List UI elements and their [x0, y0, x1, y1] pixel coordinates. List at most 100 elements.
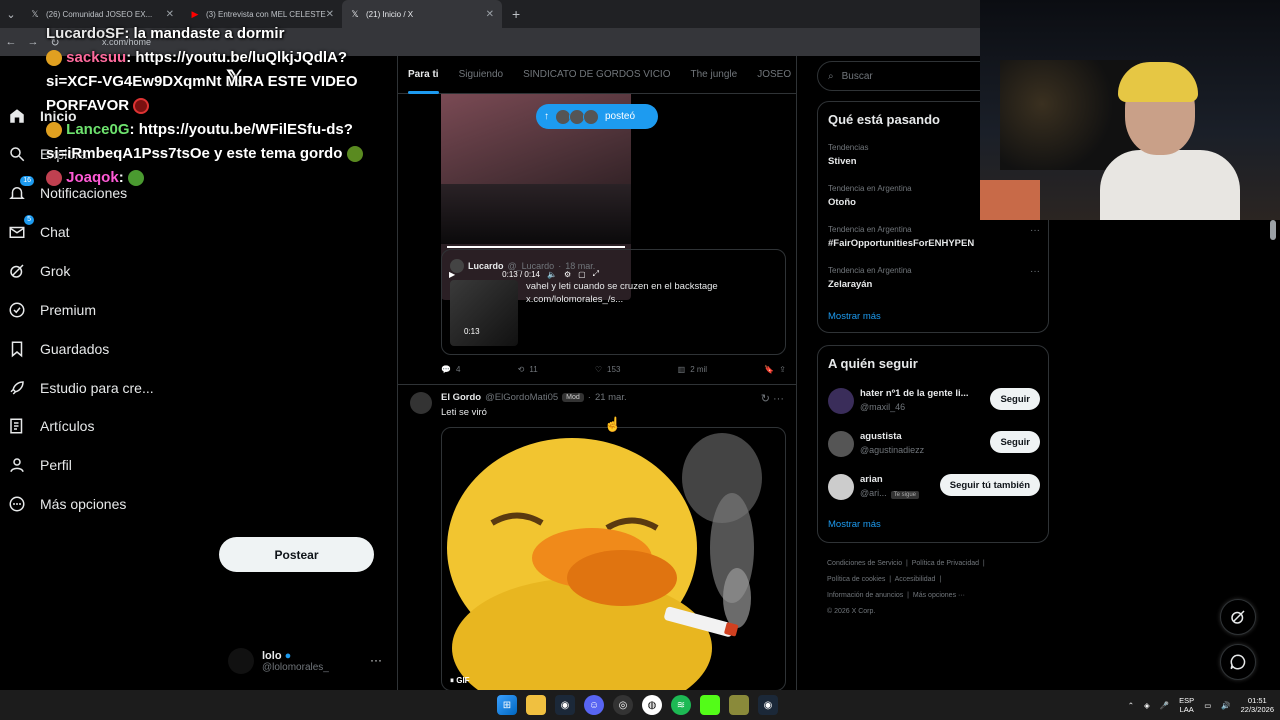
trend-item[interactable]: Tendencia en Argentina Zelarayán ···	[828, 266, 1040, 290]
repost-button[interactable]: ⟲ 11	[518, 362, 538, 376]
bookmark-button[interactable]: 🔖 ⇪	[764, 362, 786, 376]
more-icon[interactable]: ···	[370, 653, 382, 667]
duck-gif-image	[447, 433, 762, 690]
security-icon[interactable]: ◈	[1144, 701, 1150, 710]
views-button[interactable]: ▥ 2 mil	[678, 362, 707, 376]
follow-suggestion[interactable]: arian @ari... Te sigue Seguir tú también	[828, 472, 1040, 504]
bookmark-icon	[8, 340, 26, 358]
timeline-tabs: Para ti Siguiendo SINDICATO DE GORDOS VI…	[398, 56, 796, 94]
nav-label: Más opciones	[40, 496, 127, 512]
nav-item-articulos[interactable]: Artículos	[8, 417, 94, 435]
follow-suggestion[interactable]: hater nº1 de la gente li... @maxil_46 Se…	[828, 386, 1040, 418]
steam-icon[interactable]: ◉	[555, 695, 575, 715]
kick-icon[interactable]	[700, 695, 720, 715]
repost-icon: ⟲	[517, 364, 525, 374]
mic-icon[interactable]: 🎤	[1160, 701, 1169, 710]
more-icon[interactable]: ···	[1030, 225, 1040, 236]
tab-label: (3) Entrevista con MEL CELESTE	[206, 9, 326, 19]
webcam-body	[1100, 150, 1240, 220]
chart-icon: ▥	[677, 364, 686, 374]
steam-icon[interactable]: ◉	[758, 695, 778, 715]
tab-label: (26) Comunidad JOSEO EX...	[46, 9, 153, 19]
youtube-icon: ▶	[191, 9, 199, 19]
tab-joseo[interactable]: JOSEO	[747, 56, 796, 94]
footer-link[interactable]: Condiciones de Servicio	[827, 560, 902, 567]
gif-media[interactable]: ⏸ GIF	[441, 427, 786, 690]
author-name[interactable]: El Gordo	[441, 392, 481, 403]
show-more-link[interactable]: Mostrar más	[828, 311, 881, 322]
more-icon[interactable]: ↻ ···	[761, 392, 784, 405]
trends-title: Qué está pasando	[828, 112, 940, 127]
post-actions: 💬 4 ⟲ 11 ♡ 153 ▥ 2 mil 🔖 ⇪	[441, 362, 786, 376]
search-icon	[8, 145, 26, 163]
nav-item-premium[interactable]: Premium	[8, 301, 96, 319]
back-icon[interactable]: ←	[0, 36, 22, 48]
trend-item[interactable]: Tendencia en Argentina #FairOpportunitie…	[828, 225, 1040, 249]
follow-suggestion[interactable]: agustista @agustinadiezz Seguir	[828, 429, 1040, 461]
forward-icon[interactable]: →	[22, 36, 44, 48]
reply-button[interactable]: 💬 4	[441, 362, 460, 376]
close-icon[interactable]: ✕	[486, 9, 494, 20]
timeline: Para ti Siguiendo SINDICATO DE GORDOS VI…	[397, 56, 797, 690]
quoted-video-thumbnail[interactable]: 0:13	[450, 280, 518, 346]
footer-link[interactable]: Información de anuncios	[827, 592, 903, 599]
volume-icon[interactable]: 🔊	[1221, 701, 1230, 710]
post-text: Leti se viró	[441, 407, 487, 418]
post-button[interactable]: Postear	[219, 537, 374, 572]
chat-message: Joaqok:	[46, 166, 376, 190]
nav-item-chat[interactable]: 5 Chat	[8, 215, 70, 241]
windows-start-icon[interactable]: ⊞	[497, 695, 517, 715]
nav-item-guardados[interactable]: Guardados	[8, 340, 109, 358]
quoted-post-text: vahel y leti cuando se cruzen en el back…	[526, 281, 718, 305]
tab-para-ti[interactable]: Para ti	[398, 56, 449, 94]
language-indicator[interactable]: ESP LAA	[1179, 696, 1194, 714]
clock[interactable]: 01:51 22/3/2026	[1241, 696, 1274, 714]
messages-float-button[interactable]	[1220, 644, 1256, 680]
dot-separator: ·	[558, 261, 562, 271]
nav-item-estudio[interactable]: Estudio para cre...	[8, 379, 154, 397]
nav-item-mas-opciones[interactable]: Más opciones	[8, 495, 126, 513]
chrome-icon[interactable]: ◍	[642, 695, 662, 715]
video-progress[interactable]	[447, 246, 625, 248]
tab-siguiendo[interactable]: Siguiendo	[449, 56, 513, 94]
person-icon	[8, 456, 26, 474]
follow-back-button[interactable]: Seguir tú también	[939, 474, 1040, 496]
author-handle[interactable]: @ElGordoMati05	[485, 392, 558, 403]
footer-link[interactable]: Accesibilidad	[895, 576, 936, 583]
tab-label: (21) Inicio / X	[366, 9, 414, 19]
network-icon[interactable]: ▭	[1204, 701, 1211, 710]
more-icon[interactable]: ···	[1030, 266, 1040, 277]
close-icon[interactable]: ✕	[326, 9, 334, 20]
webcam-overlay	[980, 0, 1280, 220]
home-icon	[8, 107, 26, 125]
nav-item-perfil[interactable]: Perfil	[8, 456, 72, 474]
obs-icon[interactable]: ◎	[613, 695, 633, 715]
nav-item-grok[interactable]: Grok	[8, 262, 70, 280]
webcam-arm	[980, 180, 1040, 220]
tab-sindicato[interactable]: SINDICATO DE GORDOS VICIO	[513, 56, 680, 94]
follow-button[interactable]: Seguir	[990, 388, 1040, 410]
discord-icon[interactable]: ☺	[584, 695, 604, 715]
close-icon[interactable]: ✕	[166, 9, 174, 20]
footer-link[interactable]: Más opciones ···	[913, 592, 965, 599]
app-icon[interactable]	[729, 695, 749, 715]
file-explorer-icon[interactable]	[526, 695, 546, 715]
tab-search-icon[interactable]: ⌄	[0, 8, 22, 21]
new-posts-pill[interactable]: ↑ posteó	[536, 104, 658, 129]
account-switcher[interactable]: lolo ● @lolomorales_ ···	[228, 643, 388, 679]
chevron-up-icon[interactable]: ⌃	[1128, 701, 1134, 710]
nav-label: Chat	[40, 224, 70, 240]
new-tab-button[interactable]: +	[502, 6, 530, 22]
quoted-post[interactable]: Lucardo @_Lucardo · 18 mar. 0:13 vahel y…	[441, 249, 786, 355]
grok-float-button[interactable]	[1220, 599, 1256, 635]
like-button[interactable]: ♡ 153	[595, 362, 621, 376]
footer-link[interactable]: Política de Privacidad	[912, 560, 979, 567]
grok-icon	[1231, 610, 1245, 624]
show-more-link[interactable]: Mostrar más	[828, 519, 881, 530]
follow-button[interactable]: Seguir	[990, 431, 1040, 453]
tab-the-jungle[interactable]: The jungle	[681, 56, 748, 94]
avatar	[410, 392, 432, 414]
spotify-icon[interactable]: ≋	[671, 695, 691, 715]
scrollbar[interactable]	[1270, 220, 1276, 240]
footer-link[interactable]: Política de cookies	[827, 576, 885, 583]
